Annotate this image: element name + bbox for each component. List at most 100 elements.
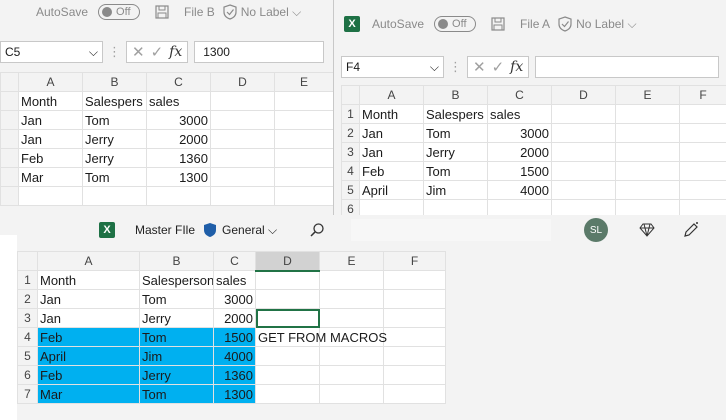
cell[interactable] — [274, 110, 333, 130]
cell[interactable]: Jim — [423, 180, 488, 200]
column-header[interactable]: E — [615, 85, 680, 105]
cell[interactable]: Jan — [37, 289, 140, 309]
formula-input[interactable] — [535, 56, 720, 78]
row-header[interactable] — [0, 148, 19, 168]
sensitivity-dropdown[interactable]: General ⌵ — [222, 223, 277, 238]
row-header[interactable] — [0, 167, 19, 187]
cell[interactable] — [274, 129, 333, 149]
column-header[interactable]: B — [423, 85, 488, 105]
cell[interactable]: April — [359, 180, 424, 200]
cell[interactable]: Salespers — [423, 104, 488, 124]
cell[interactable]: 1500 — [487, 161, 552, 181]
cell[interactable]: sales — [213, 270, 256, 290]
cell[interactable]: Month — [37, 270, 140, 290]
cell[interactable]: Month — [18, 91, 83, 111]
row-header[interactable]: 2 — [341, 123, 360, 143]
autosave-toggle[interactable]: Off — [434, 16, 477, 32]
grid-corner[interactable] — [0, 72, 19, 92]
enter-icon[interactable]: ✓ — [492, 58, 505, 76]
cell[interactable] — [487, 199, 552, 215]
cell[interactable]: Jan — [18, 110, 83, 130]
cell[interactable]: 4000 — [487, 180, 552, 200]
cell[interactable] — [82, 186, 147, 206]
column-header-selected[interactable]: D — [255, 251, 320, 272]
cell[interactable]: Tom — [139, 384, 214, 404]
cell[interactable]: Jerry — [82, 129, 147, 149]
cell[interactable]: Jan — [359, 142, 424, 162]
row-header[interactable]: 3 — [17, 308, 38, 328]
cell[interactable] — [383, 270, 446, 290]
cell[interactable] — [210, 167, 275, 187]
row-header[interactable]: 1 — [17, 270, 38, 290]
row-header[interactable]: 5 — [341, 180, 360, 200]
column-header[interactable]: D — [551, 85, 616, 105]
cell[interactable]: Salesperson — [139, 270, 214, 290]
cell[interactable]: 1300 — [146, 167, 211, 187]
cell[interactable] — [383, 327, 446, 347]
cell[interactable] — [319, 308, 384, 328]
row-header[interactable]: 1 — [341, 104, 360, 124]
premium-diamond-icon[interactable] — [638, 222, 656, 238]
cell[interactable] — [383, 346, 446, 366]
cell[interactable]: Tom — [82, 110, 147, 130]
name-box[interactable]: F4 ⌵ — [341, 56, 444, 78]
column-header[interactable]: B — [82, 72, 147, 92]
save-icon[interactable] — [490, 16, 506, 32]
cell[interactable] — [551, 180, 616, 200]
cell[interactable] — [319, 346, 384, 366]
cell[interactable]: 1300 — [213, 384, 256, 404]
cell[interactable] — [551, 104, 616, 124]
cell[interactable] — [679, 104, 726, 124]
cancel-icon[interactable]: ✕ — [473, 58, 486, 76]
row-header[interactable] — [0, 186, 19, 206]
grid-corner[interactable] — [341, 85, 360, 105]
cell[interactable] — [615, 104, 680, 124]
cell[interactable]: sales — [146, 91, 211, 111]
row-header[interactable]: 6 — [341, 199, 360, 215]
cell[interactable]: Mar — [37, 384, 140, 404]
row-header[interactable]: 3 — [341, 142, 360, 162]
cell[interactable]: Jan — [359, 123, 424, 143]
cell[interactable]: Feb — [18, 148, 83, 168]
cell[interactable]: Feb — [359, 161, 424, 181]
enter-icon[interactable]: ✓ — [151, 43, 164, 61]
row-header[interactable]: 4 — [17, 327, 38, 347]
search-box[interactable] — [351, 219, 552, 241]
cell[interactable] — [274, 148, 333, 168]
cell[interactable] — [274, 186, 333, 206]
cell[interactable] — [146, 186, 211, 206]
row-header[interactable] — [0, 129, 19, 149]
cell[interactable] — [319, 289, 384, 309]
column-header[interactable]: C — [487, 85, 552, 105]
cell[interactable]: 3000 — [146, 110, 211, 130]
selected-cell[interactable] — [255, 308, 320, 328]
cell[interactable] — [255, 365, 320, 385]
cell[interactable]: Jerry — [139, 365, 214, 385]
column-header[interactable]: B — [139, 251, 214, 271]
cell[interactable]: Feb — [37, 365, 140, 385]
cell[interactable]: 2000 — [146, 129, 211, 149]
formula-input[interactable]: 1300 — [194, 41, 325, 63]
cell[interactable]: 4000 — [213, 346, 256, 366]
cell[interactable]: Tom — [423, 123, 488, 143]
cell[interactable] — [679, 161, 726, 181]
cell[interactable] — [615, 123, 680, 143]
cell[interactable]: Jim — [139, 346, 214, 366]
cell[interactable]: Jerry — [82, 148, 147, 168]
pen-icon[interactable] — [682, 221, 700, 239]
row-header[interactable]: 2 — [17, 289, 38, 309]
row-header[interactable]: 4 — [341, 161, 360, 181]
cell[interactable] — [615, 199, 680, 215]
cell[interactable] — [210, 129, 275, 149]
cell[interactable] — [255, 289, 320, 309]
cell[interactable] — [383, 289, 446, 309]
cell[interactable] — [210, 110, 275, 130]
function-icon[interactable]: fx — [169, 44, 182, 60]
row-header[interactable]: 7 — [17, 384, 38, 404]
cell[interactable]: 2000 — [487, 142, 552, 162]
grid-corner[interactable] — [17, 251, 38, 271]
column-header[interactable]: A — [18, 72, 83, 92]
column-header[interactable]: C — [213, 251, 256, 271]
cell[interactable] — [615, 180, 680, 200]
row-header[interactable]: 5 — [17, 346, 38, 366]
